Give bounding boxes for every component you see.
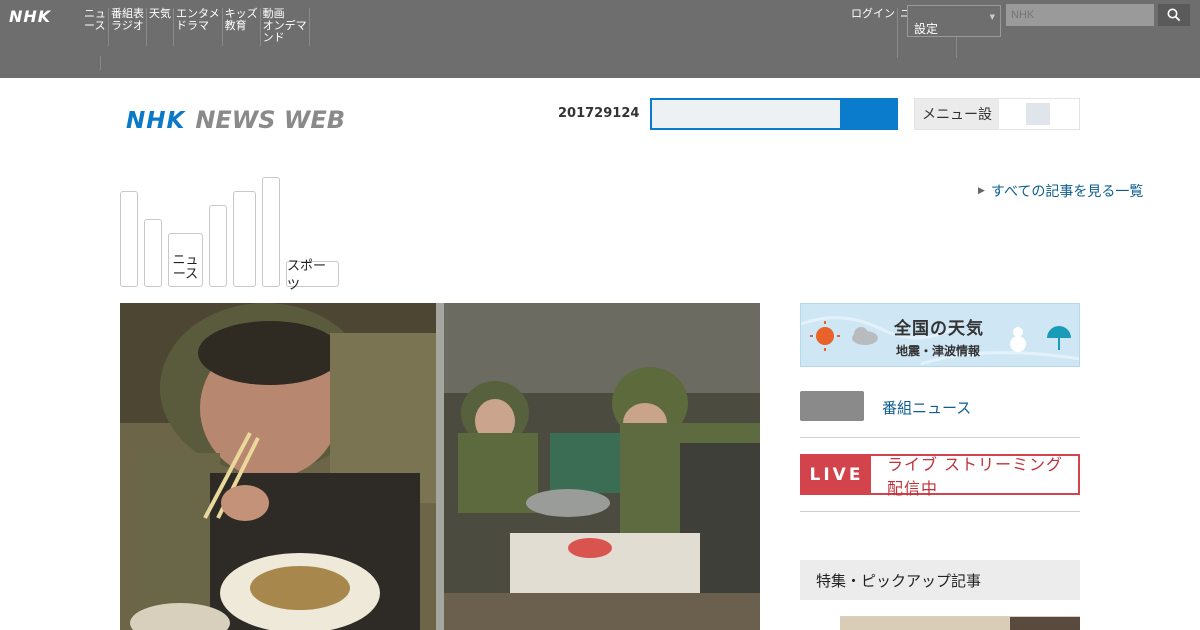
global-nav-item-label: ラジオ (111, 19, 144, 32)
live-tag: LIVE (802, 456, 871, 493)
global-nav-item-5[interactable]: キッズ 教育 (223, 8, 261, 46)
current-date: 201729124 (558, 106, 640, 121)
tab-news[interactable]: ニュ ース (168, 233, 203, 287)
menu-settings-label: メニュー設 (915, 99, 999, 129)
global-right-item-label: イン (873, 7, 895, 20)
global-nav-item-3[interactable]: 天気 (147, 8, 174, 46)
search-icon (1167, 8, 1181, 22)
chevron-down-icon: ▼ (989, 13, 995, 21)
global-search-input[interactable] (1006, 4, 1154, 26)
feature-thumbnail-image (840, 617, 1080, 630)
all-articles-label: すべての記事を見る一覧 (990, 184, 1144, 200)
program-news-link[interactable]: 番組ニュース (882, 397, 971, 418)
news-web-logo[interactable]: NHK NEWS WEB (126, 106, 345, 134)
tab-5[interactable] (233, 191, 256, 287)
global-nav-item-2[interactable]: 番組表 ラジオ (109, 8, 147, 46)
tab-4[interactable] (209, 205, 227, 287)
global-nav-item-6[interactable]: 動画 オンデマ ンド (261, 8, 310, 46)
global-nav-item-label: ース (84, 19, 106, 32)
live-banner[interactable]: LIVE ライブ ストリーミング配信中 (800, 454, 1080, 498)
logo-nhk: NHK (126, 108, 186, 134)
top-news-image[interactable] (120, 303, 760, 630)
tab-6[interactable] (262, 177, 280, 287)
all-articles-link[interactable]: ▶ すべての記事を見る一覧 (978, 181, 1143, 201)
global-nav-item-label: 教育 (224, 19, 247, 32)
tab-news-label-2: ース (172, 267, 199, 282)
feature-thumbnail[interactable] (840, 616, 1080, 630)
settings-select[interactable]: 設定 ▼ (907, 5, 1001, 37)
global-search-button[interactable] (1158, 4, 1190, 26)
global-nav-item-label: ンド (262, 31, 285, 44)
tab-1[interactable] (120, 191, 138, 287)
weather-banner[interactable]: 全国の天気 地震・津波情報 (800, 303, 1080, 367)
global-nav-item-label: 天気 (149, 7, 171, 20)
global-nav-item-4[interactable]: エンタメ ドラマ (174, 8, 223, 46)
global-right-item-label: ログ (851, 7, 873, 20)
divider (800, 511, 1080, 512)
divider (800, 437, 1080, 438)
tab-sports-label: スポーツ (287, 259, 327, 293)
program-news-thumb[interactable] (800, 391, 864, 421)
feature-section-heading: 特集・ピックアップ記事 (800, 560, 1080, 600)
weather-subtitle: 地震・津波情報 (896, 344, 981, 358)
logo-newsweb: NEWS WEB (195, 106, 346, 134)
menu-settings-button[interactable]: メニュー設 (914, 98, 1080, 130)
toggle-icon (1026, 103, 1050, 125)
global-nav-item-label: ドラマ (176, 19, 209, 32)
site-search-input[interactable] (650, 98, 842, 130)
nhk-logo[interactable]: NHK (9, 7, 51, 26)
tab-2[interactable] (144, 219, 162, 287)
triangle-right-icon: ▶ (978, 186, 985, 196)
settings-select-value: 設定 (914, 22, 939, 36)
site-search-button[interactable] (841, 98, 898, 130)
global-header: NHK ニュ ース 番組表 ラジオ 天気 エンタメ ドラマ キッズ 教育 動画 オンデマ ンド ログイ… (0, 0, 1200, 78)
top-news-photo (120, 303, 760, 630)
live-text: ライブ ストリーミング配信中 (886, 454, 1064, 498)
global-nav: ニュ ース 番組表 ラジオ 天気 エンタメ ドラマ キッズ 教育 動画 オンデマ ンド (82, 8, 310, 46)
tab-sports[interactable]: スポーツ (286, 259, 339, 293)
global-right-item-1[interactable]: ログイン (849, 8, 898, 58)
nav-divider (100, 56, 101, 70)
tab-news-label-1: ニュ (172, 253, 199, 268)
weather-title: 全国の天気 (894, 319, 984, 339)
global-nav-item-1[interactable]: ニュ ース (82, 8, 109, 46)
